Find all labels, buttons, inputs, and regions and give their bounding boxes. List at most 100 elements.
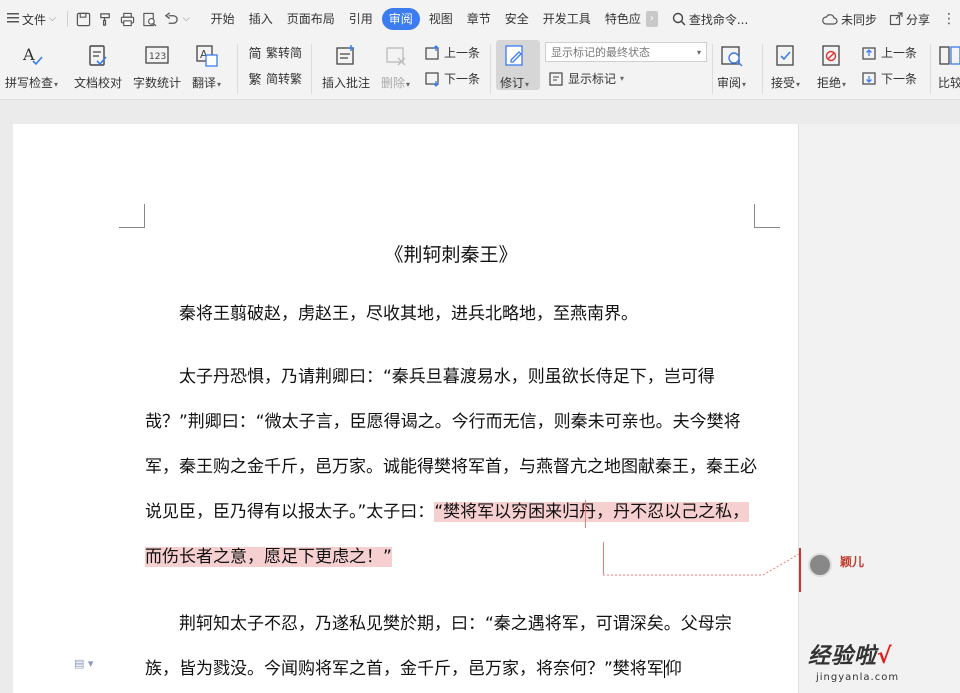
next-comment-icon xyxy=(425,71,441,87)
simplified-to-traditional-button[interactable]: 繁 简转繁 xyxy=(247,70,303,88)
reject-change-button[interactable]: 拒绝▾ xyxy=(817,42,846,91)
track-changes-icon xyxy=(501,42,529,70)
next-comment-label: 下一条 xyxy=(444,72,481,86)
tab-page-layout[interactable]: 页面布局 xyxy=(280,8,342,30)
insert-comment-icon xyxy=(332,42,360,70)
track-changes-button[interactable]: 修订▾ xyxy=(496,40,540,90)
paragraph-1: 秦将王翦破赵，虏赵王，尽收其地，进兵北略地，至燕南界。 xyxy=(179,304,638,324)
insert-comment-label: 插入批注 xyxy=(322,76,371,90)
tab-view[interactable]: 视图 xyxy=(422,8,460,30)
word-count-label: 字数统计 xyxy=(133,76,182,90)
margin-corner-mark xyxy=(119,204,145,228)
file-menu[interactable]: 文件 ⌵ xyxy=(0,6,62,32)
spell-check-label: 拼写检查 xyxy=(5,76,54,90)
print-preview-button[interactable] xyxy=(139,8,161,30)
previous-change-icon xyxy=(862,45,878,61)
printer-icon xyxy=(121,12,135,26)
save-button[interactable] xyxy=(73,8,95,30)
undo-icon xyxy=(165,11,179,24)
command-search[interactable]: 查找命令... xyxy=(672,11,748,28)
ribbon-tabs: 开始 插入 页面布局 引用 审阅 视图 章节 安全 开发工具 特色应 › xyxy=(204,8,658,30)
comment-anchor-start xyxy=(585,500,586,528)
chevron-down-icon: ▾ xyxy=(696,47,701,57)
tab-review[interactable]: 审阅 xyxy=(381,8,420,30)
reject-icon xyxy=(818,42,846,70)
next-comment-button[interactable]: 下一条 xyxy=(425,70,480,87)
divider xyxy=(66,11,68,27)
checkmark-icon: √ xyxy=(877,644,893,669)
divider xyxy=(712,44,713,94)
print-button[interactable] xyxy=(117,8,139,30)
reviewing-pane-button[interactable]: 审阅▾ xyxy=(717,42,746,91)
watermark-logo: 经验啦√ xyxy=(808,638,893,670)
delete-comment-icon xyxy=(382,42,410,70)
share-button[interactable]: 分享 xyxy=(885,11,934,28)
previous-comment-label: 上一条 xyxy=(444,46,481,60)
translate-button[interactable]: A 翻译▾ xyxy=(192,42,221,91)
tab-developer-tools[interactable]: 开发工具 xyxy=(536,8,598,30)
review-ribbon: A 拼写检查▾ 文档校对 123 字数统计 A 翻译▾ 简 繁转简 繁 简转繁 … xyxy=(0,38,960,100)
file-menu-label: 文件 xyxy=(22,12,47,27)
tab-scroll-right-icon[interactable]: › xyxy=(645,11,658,27)
right-tools: 未同步 分享 ⋮ xyxy=(818,0,960,38)
avatar xyxy=(808,553,832,577)
display-for-review-select[interactable]: 显示标记的最终状态 ▾ xyxy=(545,42,707,62)
tab-chapter[interactable]: 章节 xyxy=(460,8,498,30)
reviewing-pane-icon xyxy=(718,42,746,70)
show-markup-label: 显示标记 xyxy=(568,72,617,86)
preview-icon xyxy=(143,12,157,26)
document-title: 《荆轲刺秦王》 xyxy=(384,244,518,266)
tab-insert[interactable]: 插入 xyxy=(242,8,280,30)
reject-label: 拒绝 xyxy=(817,76,842,90)
insert-comment-button[interactable]: 插入批注 xyxy=(322,42,370,91)
simplified-to-traditional-label: 简转繁 xyxy=(266,72,303,86)
accept-change-button[interactable]: 接受▾ xyxy=(771,42,800,91)
previous-change-label: 上一条 xyxy=(881,46,918,60)
cloud-icon xyxy=(822,14,838,25)
word-count-button[interactable]: 123 字数统计 xyxy=(133,42,181,91)
tab-special-features[interactable]: 特色应 xyxy=(598,8,648,30)
brush-icon xyxy=(100,12,111,26)
spell-check-button[interactable]: A 拼写检查▾ xyxy=(5,42,58,91)
tab-home[interactable]: 开始 xyxy=(204,8,242,30)
divider xyxy=(762,44,763,94)
trad-simp-icon: 简 xyxy=(248,47,262,62)
compare-button[interactable]: 比较 xyxy=(936,42,960,91)
document-check-icon xyxy=(84,42,112,70)
divider xyxy=(311,44,312,94)
previous-change-button[interactable]: 上一条 xyxy=(862,44,917,61)
tab-references[interactable]: 引用 xyxy=(342,8,380,30)
format-painter-button[interactable] xyxy=(95,8,117,30)
document-proofread-button[interactable]: 文档校对 xyxy=(74,42,122,91)
sync-status-button[interactable]: 未同步 xyxy=(818,11,881,28)
wps-writer-window: 文件 ⌵ ⌵ 开始 插入 页面布局 引用 审阅 视图 章节 安全 开发工具 特色… xyxy=(0,0,960,693)
next-change-icon xyxy=(862,71,878,87)
watermark-url: jingyanla.com xyxy=(816,672,900,683)
simp-trad-icon: 繁 xyxy=(248,73,262,88)
document-map-icon[interactable]: ▤ ▾ xyxy=(74,657,93,670)
undo-dropdown-icon[interactable]: ⌵ xyxy=(183,14,190,24)
share-label: 分享 xyxy=(905,12,930,27)
paragraph-2-text: 太子丹恐惧，乃请荆卿曰：“秦兵旦暮渡易水，则虽欲长侍足下，岂可得哉？”荆卿曰：“… xyxy=(145,367,757,522)
divider xyxy=(930,44,931,94)
margin-corner-mark xyxy=(754,204,780,228)
tab-security[interactable]: 安全 xyxy=(498,8,536,30)
undo-button[interactable] xyxy=(161,8,183,30)
paragraph-3: 荆轲知太子不忍，乃遂私见樊於期，曰：“秦之遇将军，可谓深矣。父母宗族，皆为戮没。… xyxy=(145,602,757,692)
previous-comment-button[interactable]: 上一条 xyxy=(425,44,480,61)
track-changes-label: 修订 xyxy=(500,76,525,90)
traditional-to-simplified-button[interactable]: 简 繁转简 xyxy=(247,44,302,62)
next-change-button[interactable]: 下一条 xyxy=(862,70,917,87)
share-icon xyxy=(889,12,903,26)
paragraph-3-text: 荆轲知太子不忍，乃遂私见樊於期，曰：“秦之遇将军，可谓深矣。父母宗族，皆为戮没。… xyxy=(145,614,732,679)
accept-icon xyxy=(772,42,800,70)
delete-comment-button[interactable]: 删除▾ xyxy=(381,42,410,91)
search-icon xyxy=(672,12,686,26)
more-options-button[interactable]: ⋮ xyxy=(938,11,960,27)
divider xyxy=(490,44,491,94)
word-count-icon: 123 xyxy=(143,42,171,70)
comment-connector-line xyxy=(603,553,800,576)
delete-comment-label: 删除 xyxy=(381,76,406,90)
show-markup-button[interactable]: 显示标记 ▾ xyxy=(549,70,624,87)
document-proofread-label: 文档校对 xyxy=(74,76,123,90)
